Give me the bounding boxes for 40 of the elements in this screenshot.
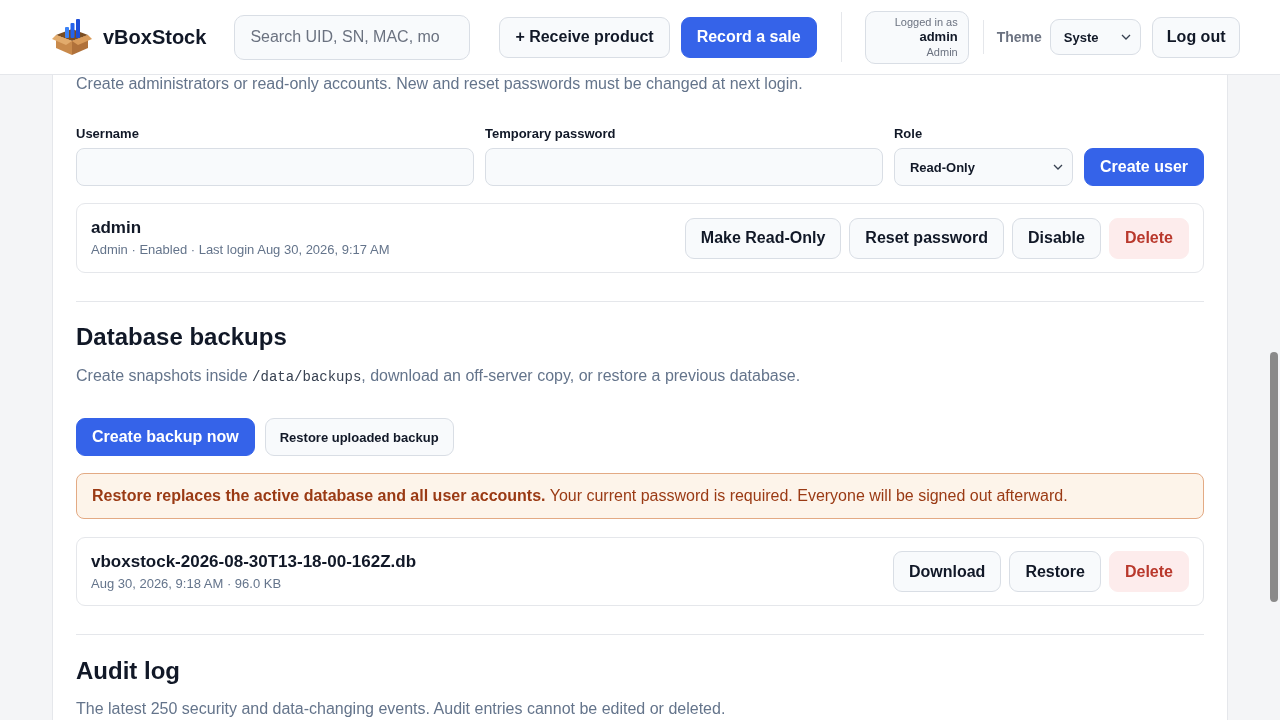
backup-details: Aug 30, 2026, 9:18 AM · 96.0 KB — [91, 575, 283, 592]
account-username: admin — [919, 29, 958, 45]
chevron-down-icon — [1052, 164, 1063, 170]
field-label: Username — [76, 127, 140, 141]
delete-button[interactable]: Delete — [1108, 217, 1189, 259]
account-role: Admin — [926, 45, 958, 59]
warning-banner: Restore replaces the active database and all user accounts. Your current password is required. Everyone will be signed out afterward. — [76, 473, 1204, 519]
section-heading: Database backups — [76, 322, 288, 352]
backup-filename: vboxstock-2026-08-30T13-18-00-162Z.db — [91, 551, 417, 572]
reset-password-button[interactable]: Reset password — [849, 217, 1005, 259]
restore-uploaded-backup-button[interactable]: Restore uploaded backup — [264, 418, 454, 456]
make-read-only-button[interactable]: Make Read-Only — [684, 217, 842, 259]
section-description: The latest 250 security and data-changing events. Audit entries cannot be edited or deleted. — [76, 699, 727, 719]
user-name: admin — [91, 218, 143, 238]
field-label: Temporary password — [484, 127, 617, 141]
section-description: Create snapshots inside /data/backups, download an off-server copy, or restore a previous database. — [76, 366, 802, 387]
logged-in-caption: Logged in as — [894, 15, 958, 29]
log-out-button[interactable]: Log out — [1151, 16, 1241, 58]
restore-button[interactable]: Restore — [1009, 551, 1101, 592]
delete-button[interactable]: Delete — [1108, 551, 1189, 592]
create-backup-now-button[interactable]: Create backup now — [76, 418, 255, 456]
record-a-sale-button[interactable]: Record a sale — [680, 16, 817, 58]
scrollbar-thumb[interactable] — [1270, 352, 1278, 602]
field-label: Role — [893, 127, 924, 141]
section-description: Create administrators or read-only accounts. New and reset passwords must be changed at next login. — [76, 75, 804, 93]
search-field[interactable]: Search UID, SN, MAC, mo — [234, 14, 471, 60]
user-details: Admin · Enabled · Last login Aug 30, 2026, 9:17 AM — [91, 242, 390, 258]
chevron-down-icon — [1120, 34, 1131, 40]
section-heading: Audit log — [76, 656, 181, 686]
role-select[interactable]: Read-Only — [893, 148, 1073, 186]
download-button[interactable]: Download — [892, 551, 1002, 592]
theme-select[interactable]: Syste — [1049, 19, 1141, 55]
disable-button[interactable]: Disable — [1012, 217, 1101, 259]
app-name: vBoxStock — [103, 25, 207, 49]
username-field[interactable] — [76, 148, 474, 186]
create-user-button[interactable]: Create user — [1083, 148, 1204, 186]
box-with-bars-icon — [52, 18, 92, 56]
receive-product-button[interactable]: + Receive product — [499, 16, 670, 58]
theme-label: Theme — [996, 29, 1042, 45]
temporary-password-field[interactable] — [484, 148, 883, 186]
